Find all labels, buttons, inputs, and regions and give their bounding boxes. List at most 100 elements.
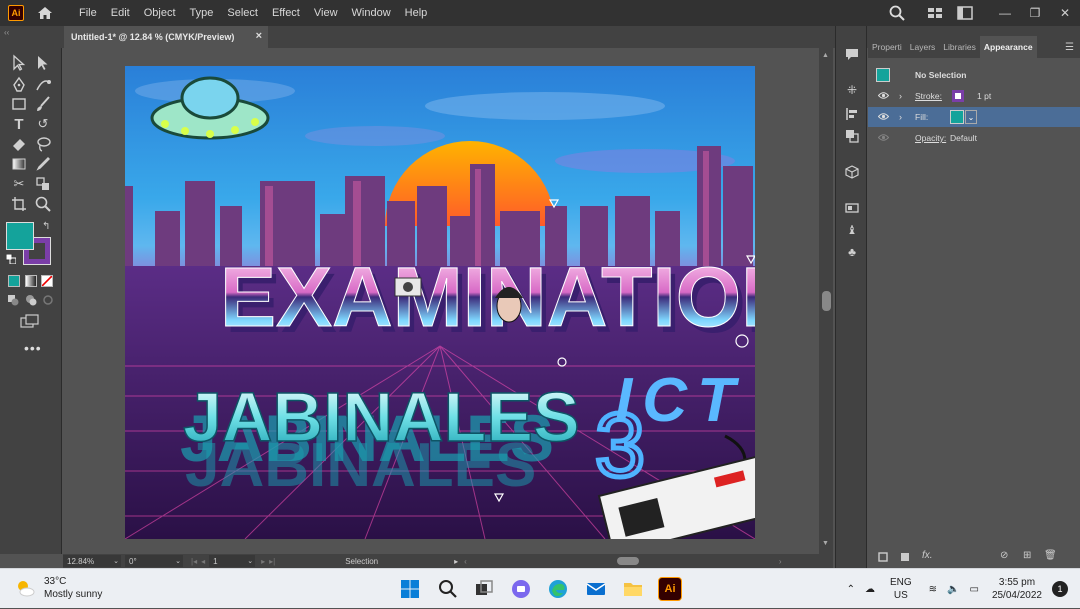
task-view-icon[interactable] [472, 577, 496, 601]
tab-properties[interactable]: Properti [868, 36, 906, 58]
clock[interactable]: 3:55 pm 25/04/2022 [992, 576, 1042, 602]
canvas-area[interactable]: EXAMINATION EXAMINATION JABINALES JABINA… [63, 48, 819, 554]
more-tools-icon[interactable]: ••• [24, 340, 42, 356]
vertical-scroll-thumb[interactable] [822, 291, 831, 311]
menu-view[interactable]: View [307, 7, 345, 19]
menu-help[interactable]: Help [398, 7, 435, 19]
screen-mode-icon[interactable] [20, 314, 40, 328]
horizontal-scrollbar[interactable] [471, 556, 777, 566]
menu-file[interactable]: File [72, 7, 104, 19]
notification-badge[interactable]: 1 [1052, 581, 1068, 597]
close-tab-icon[interactable]: × [256, 30, 262, 42]
vertical-scrollbar[interactable]: ▲ ▼ [819, 48, 833, 554]
gradient-mode-icon[interactable] [25, 275, 37, 287]
windows-start-icon[interactable] [398, 577, 422, 601]
add-stroke-icon[interactable] [878, 552, 888, 562]
swap-fill-stroke-icon[interactable]: ↰ [42, 221, 50, 232]
show-hidden-icons-icon[interactable]: ⌃ [847, 584, 855, 595]
draw-normal-icon[interactable] [7, 294, 19, 306]
rectangle-tool-icon[interactable] [10, 95, 28, 113]
eraser-tool-icon[interactable] [10, 135, 28, 153]
draw-behind-icon[interactable] [25, 294, 37, 306]
scroll-down-icon[interactable]: ▼ [822, 540, 829, 547]
puppet-icon[interactable]: ♝ [844, 222, 860, 238]
stroke-weight-value[interactable]: 1 pt [977, 91, 991, 101]
fill-row[interactable]: › Fill: ⌄ [868, 107, 1080, 127]
next-artboard-icon[interactable]: ▸ [261, 557, 265, 566]
duplicate-item-icon[interactable]: ⊞ [1023, 550, 1031, 561]
shape-builder-tool-icon[interactable] [34, 175, 52, 193]
arrange-documents-icon[interactable] [956, 4, 974, 22]
paintbrush-tool-icon[interactable] [34, 95, 52, 113]
opacity-row[interactable]: Opacity: Default [868, 128, 1080, 148]
opacity-label[interactable]: Opacity: [915, 133, 946, 143]
zoom-dropdown-icon[interactable]: ⌄ [113, 557, 119, 565]
stroke-row[interactable]: › Stroke: 1 pt [868, 86, 1080, 106]
fill-dropdown-icon[interactable]: ⌄ [965, 110, 977, 124]
mail-icon[interactable] [584, 577, 608, 601]
battery-icon[interactable]: ▭ [969, 584, 978, 595]
eyedropper-tool-icon[interactable] [34, 155, 52, 173]
previous-artboard-icon[interactable]: ◂ [201, 557, 205, 566]
default-colors-icon[interactable] [6, 254, 16, 264]
menu-effect[interactable]: Effect [265, 7, 307, 19]
symbols-icon[interactable]: ♣ [844, 244, 860, 260]
workspace-switcher-icon[interactable] [926, 4, 944, 22]
document-tab[interactable]: Untitled-1* @ 12.84 % (CMYK/Preview) × [64, 26, 268, 48]
comments-icon[interactable] [844, 46, 860, 62]
tab-libraries[interactable]: Libraries [939, 36, 980, 58]
color-mode-icon[interactable] [8, 275, 20, 287]
rotation-field[interactable]: 0° ⌄ [125, 555, 183, 567]
language-indicator[interactable]: ENG US [890, 576, 912, 602]
hscroll-right-icon[interactable]: › [779, 557, 782, 566]
menu-select[interactable]: Select [220, 7, 265, 19]
onedrive-status-icon[interactable]: ☁ [865, 584, 875, 595]
taskbar-search-icon[interactable] [436, 577, 460, 601]
3d-object-icon[interactable] [844, 164, 860, 180]
fill-expand-chevron-icon[interactable]: › [899, 112, 902, 122]
status-menu-icon[interactable]: ▸ [454, 557, 458, 566]
clear-appearance-icon[interactable]: ⊘ [1000, 550, 1008, 561]
horizontal-scroll-thumb[interactable] [616, 557, 639, 565]
artboard-number-field[interactable]: 1 ⌄ [209, 555, 256, 567]
lasso-tool-icon[interactable] [34, 135, 52, 153]
add-fill-icon[interactable] [900, 552, 910, 562]
add-effect-fx-icon[interactable]: fx. [922, 550, 933, 561]
home-icon[interactable] [36, 4, 54, 22]
illustrator-taskbar-icon[interactable]: Ai [658, 577, 682, 601]
panel-menu-icon[interactable]: ☰ [1065, 42, 1074, 53]
wifi-icon[interactable]: ≋ [929, 584, 937, 595]
weather-widget[interactable]: 33°C Mostly sunny [14, 575, 102, 601]
volume-icon[interactable]: 🔈 [947, 584, 959, 595]
close-icon[interactable]: ✕ [1056, 4, 1074, 22]
fill-swatch-small[interactable] [950, 110, 964, 124]
stroke-expand-chevron-icon[interactable]: › [899, 91, 902, 101]
collapse-toolbar-icon[interactable]: ‹‹ [4, 28, 9, 37]
zoom-tool-icon[interactable] [34, 195, 52, 213]
delete-item-icon[interactable]: 🗑 [1044, 550, 1057, 561]
edge-browser-icon[interactable] [546, 577, 570, 601]
selection-tool-icon[interactable] [10, 54, 28, 72]
gradient-tool-icon[interactable] [10, 155, 28, 173]
tab-appearance[interactable]: Appearance [979, 36, 1037, 58]
hscroll-left-icon[interactable]: ‹ [464, 557, 467, 566]
scroll-up-icon[interactable]: ▲ [822, 52, 829, 59]
direct-selection-tool-icon[interactable] [34, 54, 52, 72]
pathfinder-icon[interactable] [844, 128, 860, 144]
stroke-swatch-small[interactable] [952, 90, 964, 102]
artboard-dropdown-icon[interactable]: ⌄ [247, 557, 253, 565]
file-explorer-icon[interactable] [621, 577, 645, 601]
stroke-visibility-eye-icon[interactable] [878, 91, 889, 100]
type-tool-icon[interactable]: T [10, 115, 28, 133]
zoom-field[interactable]: 12.84% ⌄ [63, 555, 121, 567]
transform-icon[interactable]: ⁜ [844, 82, 860, 98]
menu-object[interactable]: Object [137, 7, 183, 19]
draw-inside-icon[interactable] [42, 294, 54, 306]
rotate-tool-icon[interactable]: ↺ [34, 115, 52, 133]
menu-edit[interactable]: Edit [104, 7, 137, 19]
first-artboard-icon[interactable]: |◂ [191, 557, 197, 566]
align-icon[interactable] [844, 106, 860, 122]
fill-color-swatch[interactable] [6, 222, 34, 250]
menu-window[interactable]: Window [345, 7, 398, 19]
puppet-warp-tool-icon[interactable]: ✂ [10, 175, 28, 193]
